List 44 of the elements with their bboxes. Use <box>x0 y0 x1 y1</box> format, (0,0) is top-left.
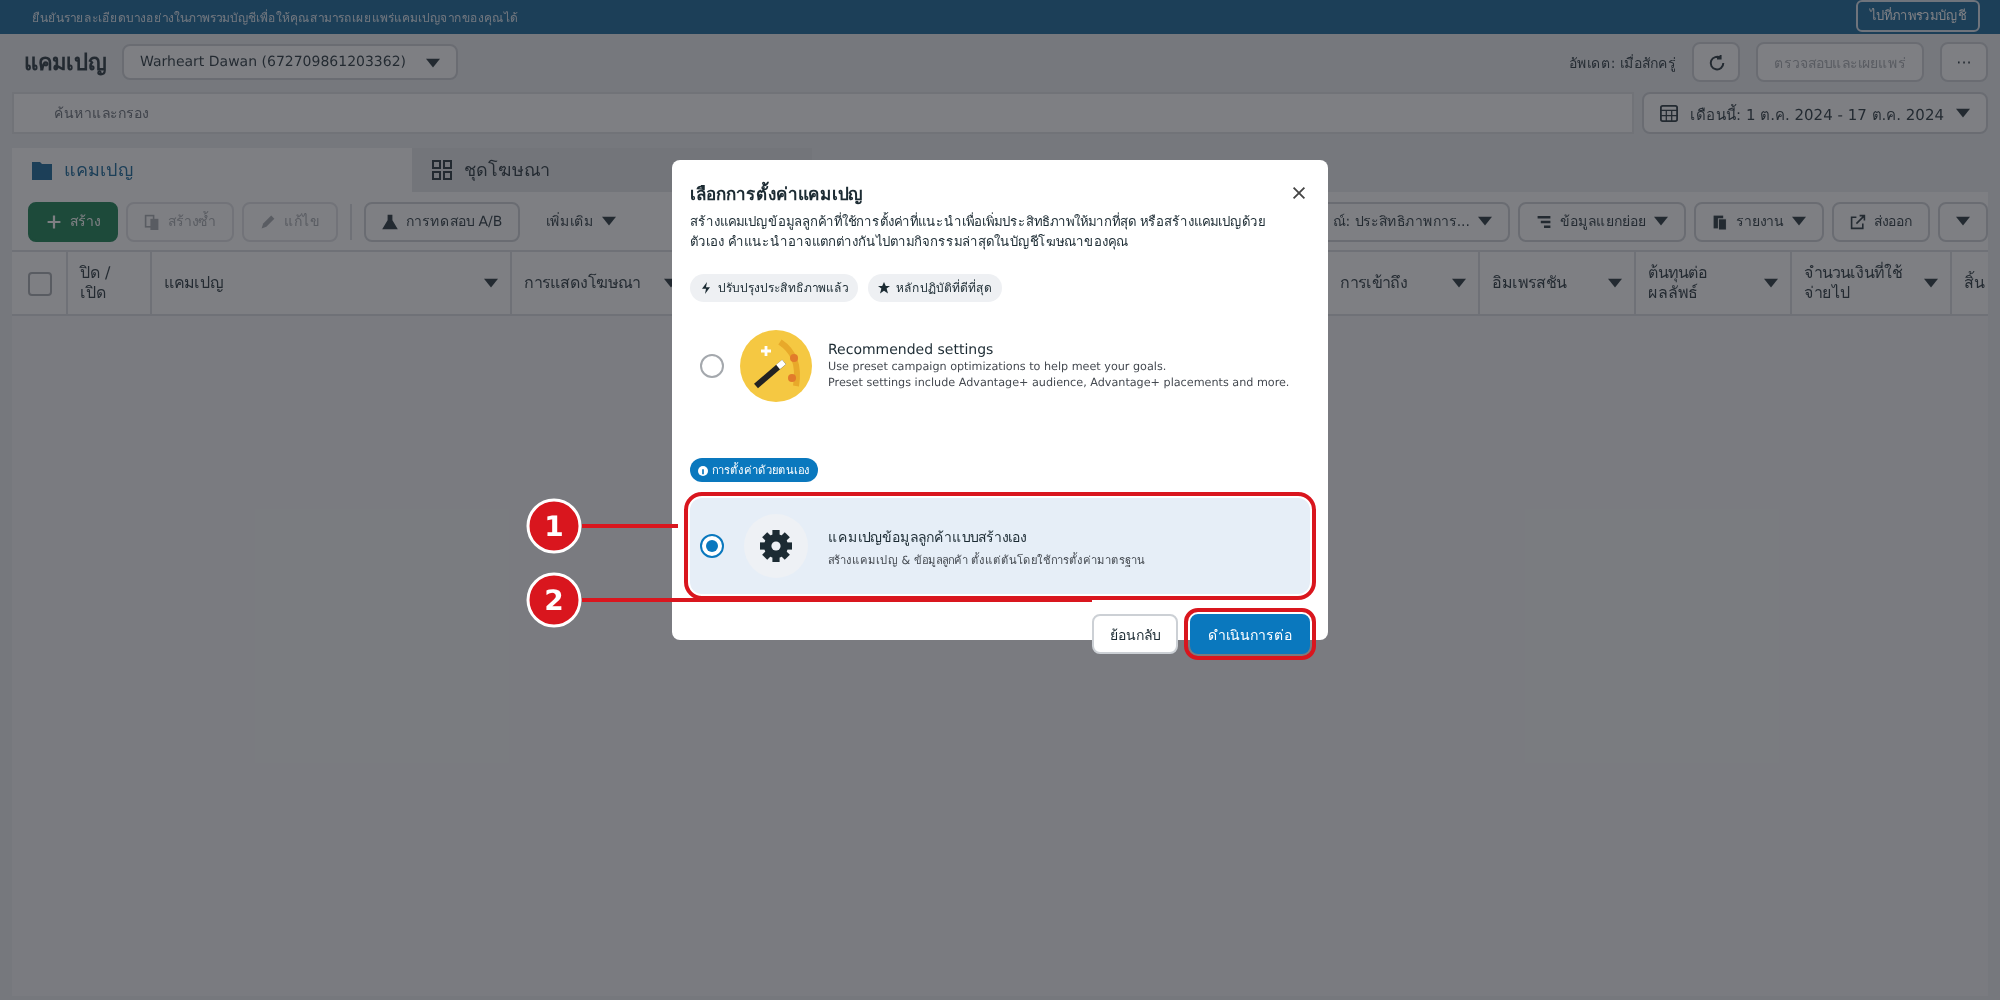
caret-icon <box>426 57 441 67</box>
step-marker: 1 <box>526 498 582 554</box>
select-all-checkbox[interactable] <box>27 271 51 295</box>
caret-icon <box>1956 216 1970 226</box>
column-header[interactable]: จำนวนเงินที่ใช้จ่ายไป <box>1792 252 1952 314</box>
caret-icon <box>1478 216 1492 226</box>
caret-icon <box>602 216 617 226</box>
gear-icon <box>740 510 812 583</box>
step-marker: 2 <box>526 572 582 628</box>
calendar-icon <box>1660 104 1679 122</box>
more-button[interactable]: ··· <box>1940 42 1988 82</box>
caret-icon <box>1654 216 1668 226</box>
caret-icon <box>1792 216 1806 226</box>
star-icon <box>878 282 890 295</box>
refresh-icon <box>1707 53 1725 71</box>
sort-caret-icon <box>1452 278 1466 288</box>
sort-caret-icon <box>1764 278 1778 288</box>
plus-icon <box>46 213 62 229</box>
sort-caret-icon <box>484 278 498 288</box>
tab[interactable]: แคมเปญ <box>12 148 412 192</box>
column-header[interactable]: ปิด / เปิด <box>68 252 152 314</box>
list-icon <box>1536 213 1552 229</box>
flask-icon <box>382 213 398 229</box>
page-title: แคมเปญ <box>24 48 106 80</box>
radio-button[interactable] <box>700 534 724 559</box>
magic-wand-icon <box>740 330 812 403</box>
sort-caret-icon <box>1608 278 1622 288</box>
copy-icon <box>144 213 160 229</box>
radio-button[interactable] <box>700 354 724 379</box>
column-header[interactable]: แคมเปญ <box>152 252 512 314</box>
sort-caret-icon <box>1924 278 1938 288</box>
folder-icon <box>32 160 52 180</box>
caret-icon <box>1956 108 1970 118</box>
export-options-button[interactable] <box>1938 201 1988 241</box>
column-header[interactable]: สิ้น <box>1952 252 1988 314</box>
export-icon <box>1850 213 1866 229</box>
grid-icon <box>432 160 452 180</box>
lightning-icon <box>700 282 712 295</box>
column-header[interactable]: ต้นทุนต่อผลลัพธ์ <box>1636 252 1792 314</box>
document-icon <box>1712 213 1728 229</box>
refresh-button[interactable] <box>1692 42 1740 82</box>
pencil-icon <box>260 213 276 229</box>
column-header[interactable]: อิมเพรสชัน <box>1480 252 1636 314</box>
leader-line <box>582 524 678 528</box>
